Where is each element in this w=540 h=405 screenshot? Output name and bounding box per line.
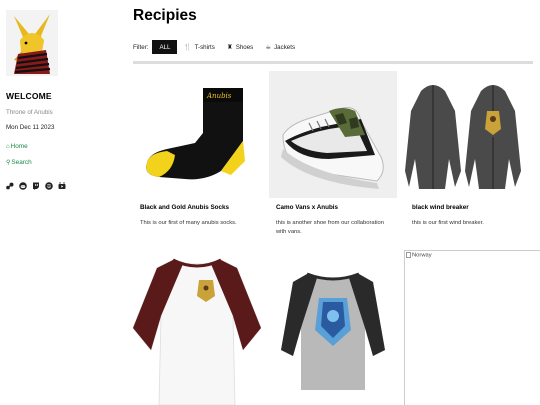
steam-icon[interactable] (6, 182, 14, 190)
sock-cuff-label: Anubis (206, 92, 232, 100)
twitch-icon[interactable] (32, 182, 40, 190)
social-links (6, 182, 66, 190)
product-name: Black and Gold Anubis Socks (140, 204, 229, 211)
chess-icon: ♜ (226, 44, 233, 51)
product-name: black wind breaker (412, 204, 469, 211)
raglan-shirt-image[interactable] (133, 250, 261, 405)
socks-image[interactable]: Anubis (133, 71, 261, 198)
product-description: This is our first of many anubis socks. (140, 220, 237, 226)
coffee-icon: ☕ (265, 44, 272, 51)
sidebar: WELCOME Throne of Anubis Mon Dec 11 2023… (0, 0, 110, 405)
spotify-icon[interactable] (45, 182, 53, 190)
filter-jackets-button[interactable]: ☕ Jackets (259, 40, 301, 54)
page-title: Recipies (133, 7, 197, 24)
reddit-icon[interactable] (19, 182, 27, 190)
filter-shoes-label: Shoes (235, 43, 254, 51)
filter-jackets-label: Jackets (274, 43, 296, 51)
filter-tshirts-label: T-shirts (194, 43, 215, 51)
youtube-icon[interactable] (58, 182, 66, 190)
shoe-image[interactable] (269, 71, 397, 198)
filter-label: Filter: (133, 43, 149, 51)
home-link-label: Home (10, 143, 28, 150)
home-link[interactable]: ⌂ Home (6, 143, 28, 150)
filter-all-button[interactable]: ALL (152, 40, 178, 54)
anubis-logo (6, 10, 58, 76)
filter-tshirts-button[interactable]: 🍴 T-shirts (177, 40, 220, 54)
image-alt-text: Norway (412, 252, 432, 259)
anubis-shirt-image[interactable] (269, 250, 397, 405)
windbreaker-image[interactable] (405, 71, 533, 198)
home-icon: ⌂ (6, 143, 10, 150)
broken-image[interactable]: Norway (404, 250, 540, 405)
product-name: Camo Vans x Anubis (276, 204, 339, 211)
filter-bar: Filter: ALL 🍴 T-shirts ♜ Shoes ☕ Jackets (133, 40, 301, 54)
filter-all-label: ALL (159, 43, 171, 51)
utensils-icon: 🍴 (183, 44, 192, 51)
broken-image-icon (406, 252, 411, 258)
divider (133, 61, 533, 64)
product-description: this is another shoe from our collaborat… (276, 220, 384, 235)
search-link[interactable]: ⚲ Search (6, 159, 32, 166)
current-date: Mon Dec 11 2023 (6, 124, 55, 131)
site-subtitle: Throne of Anubis (6, 109, 53, 116)
search-icon: ⚲ (6, 160, 11, 166)
welcome-heading: WELCOME (6, 91, 52, 101)
search-link-label: Search (11, 159, 32, 166)
filter-shoes-button[interactable]: ♜ Shoes (221, 40, 259, 54)
product-description: this is our first wind breaker. (412, 220, 484, 226)
